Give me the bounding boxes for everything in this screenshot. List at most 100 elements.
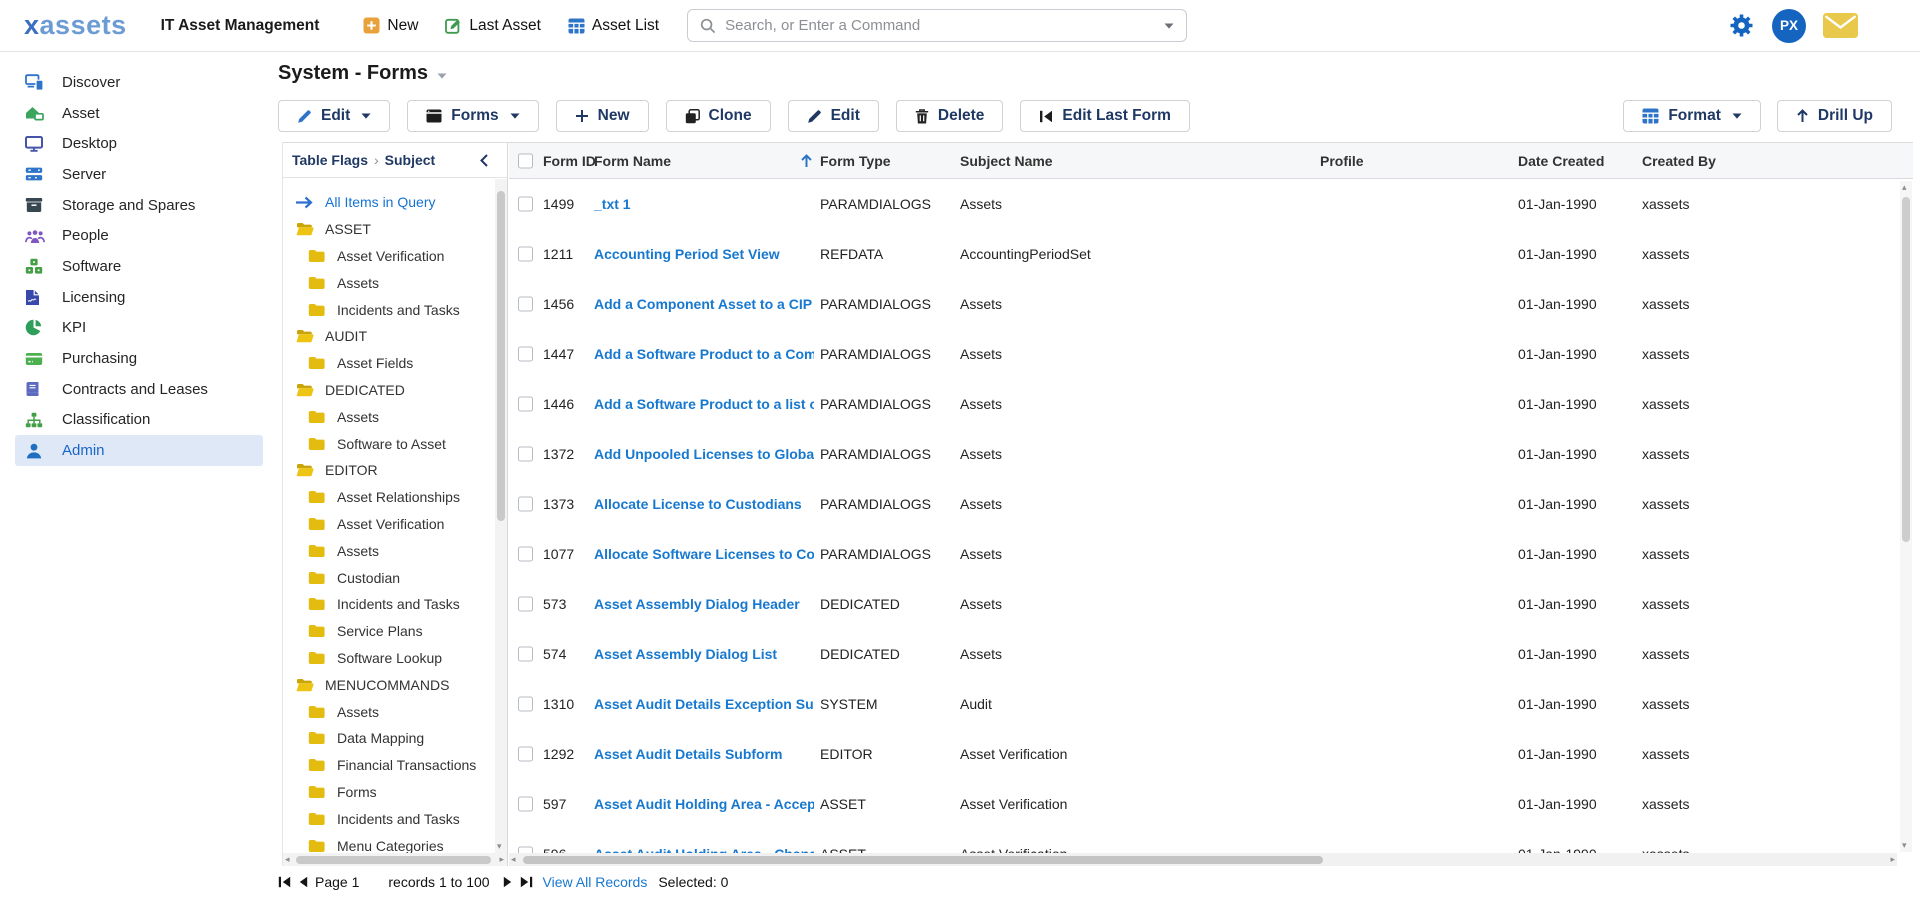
- tree-item-asset[interactable]: ASSET: [283, 216, 495, 243]
- tree-item-financial-transactions[interactable]: Financial Transactions: [283, 752, 495, 779]
- column-header-date-created[interactable]: Date Created: [1518, 143, 1604, 179]
- tree-item-audit[interactable]: AUDIT: [283, 323, 495, 350]
- tree-item-forms[interactable]: Forms: [283, 779, 495, 806]
- scrollbar-thumb[interactable]: [296, 856, 491, 864]
- view-all-records-link[interactable]: View All Records: [543, 874, 648, 890]
- cell-form-name-link[interactable]: Asset Audit Holding Area - Change Audit: [594, 829, 814, 854]
- row-checkbox[interactable]: [518, 697, 533, 712]
- column-header-form-id[interactable]: Form ID: [543, 143, 596, 179]
- new-button[interactable]: New: [556, 100, 649, 132]
- sidebar-item-purchasing[interactable]: Purchasing: [15, 343, 263, 374]
- select-all-checkbox[interactable]: [518, 153, 533, 168]
- title-chevron-down-icon[interactable]: [437, 69, 447, 79]
- tree-item-custodian[interactable]: Custodian: [283, 564, 495, 591]
- quicklink-new[interactable]: New: [363, 17, 418, 35]
- column-header-form-type[interactable]: Form Type: [820, 143, 891, 179]
- scrollbar-thumb[interactable]: [1902, 197, 1910, 542]
- collapse-panel-icon[interactable]: [480, 154, 498, 167]
- table-vertical-scrollbar[interactable]: ▴ ▾: [1900, 181, 1912, 852]
- tree-item-asset-fields[interactable]: Asset Fields: [283, 350, 495, 377]
- delete-button[interactable]: Delete: [896, 100, 1004, 132]
- table-horizontal-scrollbar[interactable]: ◂ ▸: [509, 853, 1897, 866]
- tree-item-software-to-asset[interactable]: Software to Asset: [283, 430, 495, 457]
- row-checkbox[interactable]: [518, 797, 533, 812]
- table-row[interactable]: 1499_txt 1PARAMDIALOGSAssets01-Jan-1990x…: [509, 179, 1913, 229]
- tree-item-assets[interactable]: Assets: [283, 698, 495, 725]
- table-row[interactable]: 1372Add Unpooled Licenses to GlobalPARAM…: [509, 429, 1913, 479]
- scroll-left-arrow-icon[interactable]: ◂: [511, 854, 516, 865]
- sidebar-item-contracts-and-leases[interactable]: Contracts and Leases: [15, 374, 263, 405]
- table-row[interactable]: 574Asset Assembly Dialog ListDEDICATEDAs…: [509, 629, 1913, 679]
- drill-up-button[interactable]: Drill Up: [1777, 100, 1892, 132]
- cell-form-name-link[interactable]: Add a Component Asset to a CIP Asset: [594, 279, 814, 329]
- sort-ascending-icon[interactable]: [800, 143, 813, 179]
- table-row[interactable]: 596Asset Audit Holding Area - Change Aud…: [509, 829, 1913, 854]
- cell-form-name-link[interactable]: Allocate Software Licenses to Computers: [594, 529, 814, 579]
- sidebar-item-people[interactable]: People: [15, 220, 263, 251]
- sidebar-item-desktop[interactable]: Desktop: [15, 128, 263, 159]
- first-page-icon[interactable]: [278, 876, 291, 888]
- tree-item-menu-categories[interactable]: Menu Categories: [283, 832, 495, 853]
- cell-form-name-link[interactable]: Asset Assembly Dialog Header: [594, 579, 814, 629]
- next-page-icon[interactable]: [503, 876, 513, 888]
- search-input[interactable]: [725, 17, 1164, 34]
- tree-item-incidents-and-tasks[interactable]: Incidents and Tasks: [283, 591, 495, 618]
- forms-button[interactable]: Forms: [407, 100, 538, 132]
- tree-horizontal-scrollbar[interactable]: ◂ ▸: [283, 853, 507, 866]
- sidebar-item-software[interactable]: Software: [15, 251, 263, 282]
- table-row[interactable]: 597Asset Audit Holding Area - Accept Cha…: [509, 779, 1913, 829]
- format-button[interactable]: Format: [1623, 100, 1761, 132]
- row-checkbox[interactable]: [518, 197, 533, 212]
- row-checkbox[interactable]: [518, 297, 533, 312]
- row-checkbox[interactable]: [518, 647, 533, 662]
- cell-form-name-link[interactable]: Add a Software Product to a Computer: [594, 329, 814, 379]
- search-box[interactable]: [687, 9, 1187, 42]
- previous-page-icon[interactable]: [298, 876, 308, 888]
- tree-item-dedicated[interactable]: DEDICATED: [283, 377, 495, 404]
- last-page-icon[interactable]: [520, 876, 533, 888]
- cell-form-name-link[interactable]: Accounting Period Set View: [594, 229, 814, 279]
- chevron-down-icon[interactable]: [1164, 23, 1174, 29]
- row-checkbox[interactable]: [518, 347, 533, 362]
- sidebar-item-classification[interactable]: Classification: [15, 405, 263, 436]
- table-row[interactable]: 1310Asset Audit Details Exception SubFor…: [509, 679, 1913, 729]
- edit-button[interactable]: Edit: [278, 100, 390, 132]
- row-checkbox[interactable]: [518, 747, 533, 762]
- cell-form-name-link[interactable]: Asset Audit Holding Area - Accept Change…: [594, 779, 814, 829]
- tree-item-assets[interactable]: Assets: [283, 403, 495, 430]
- scroll-down-arrow-icon[interactable]: ▾: [497, 841, 502, 852]
- envelope-icon[interactable]: [1823, 13, 1858, 38]
- column-header-created-by[interactable]: Created By: [1642, 143, 1716, 179]
- sidebar-item-admin[interactable]: Admin: [15, 435, 263, 466]
- sidebar-item-discover[interactable]: Discover: [15, 67, 263, 98]
- cell-form-name-link[interactable]: Add a Software Product to a list of Comp…: [594, 379, 814, 429]
- row-checkbox[interactable]: [518, 547, 533, 562]
- tree-item-data-mapping[interactable]: Data Mapping: [283, 725, 495, 752]
- table-row[interactable]: 1077Allocate Software Licenses to Comput…: [509, 529, 1913, 579]
- row-checkbox[interactable]: [518, 397, 533, 412]
- cell-form-name-link[interactable]: Asset Assembly Dialog List: [594, 629, 814, 679]
- table-row[interactable]: 1446Add a Software Product to a list of …: [509, 379, 1913, 429]
- tree-item-incidents-and-tasks[interactable]: Incidents and Tasks: [283, 805, 495, 832]
- sidebar-item-licensing[interactable]: Licensing: [15, 282, 263, 313]
- scroll-up-arrow-icon[interactable]: ▴: [1902, 182, 1907, 193]
- scroll-left-arrow-icon[interactable]: ◂: [285, 854, 290, 865]
- tree-item-asset-relationships[interactable]: Asset Relationships: [283, 484, 495, 511]
- tree-item-menucommands[interactable]: MENUCOMMANDS: [283, 671, 495, 698]
- scrollbar-thumb[interactable]: [523, 856, 1323, 864]
- column-header-form-name[interactable]: Form Name: [594, 143, 671, 179]
- tree-item-asset-verification[interactable]: Asset Verification: [283, 243, 495, 270]
- edit-last-form-button[interactable]: Edit Last Form: [1020, 100, 1190, 132]
- table-row[interactable]: 1292Asset Audit Details SubformEDITORAss…: [509, 729, 1913, 779]
- table-row[interactable]: 1211Accounting Period Set ViewREFDATAAcc…: [509, 229, 1913, 279]
- sidebar-item-kpi[interactable]: KPI: [15, 313, 263, 344]
- cell-form-name-link[interactable]: Asset Audit Details Exception SubForm: [594, 679, 814, 729]
- edit-button[interactable]: Edit: [788, 100, 879, 132]
- row-checkbox[interactable]: [518, 597, 533, 612]
- row-checkbox[interactable]: [518, 447, 533, 462]
- tree-item-all-items-in-query[interactable]: All Items in Query: [283, 189, 495, 216]
- avatar[interactable]: PX: [1772, 9, 1806, 43]
- scroll-down-arrow-icon[interactable]: ▾: [1902, 840, 1907, 851]
- table-row[interactable]: 1456Add a Component Asset to a CIP Asset…: [509, 279, 1913, 329]
- cell-form-name-link[interactable]: Asset Audit Details Subform: [594, 729, 814, 779]
